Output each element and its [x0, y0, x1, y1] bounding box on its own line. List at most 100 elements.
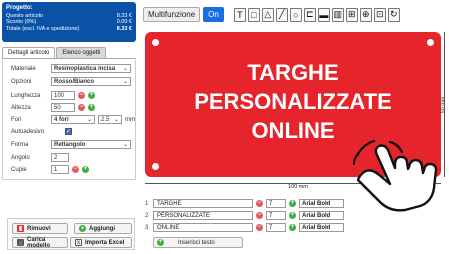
- price-summary: Progetto: Questo articolo 8.33 € Sconto (…: [2, 2, 136, 42]
- minus-icon[interactable]: −: [78, 104, 85, 111]
- toolbar: Multifunzione On T □ △ ╱ ○ ⊏ ▬ ▥ ⊞ ⊕ ⊡ ↻: [143, 6, 400, 23]
- actions-box: ▮ Rimuovi + Aggiungi ▤ Carica modello x Impo…: [7, 218, 135, 250]
- materiale-row: Materiale Resinoplastica incisa ⌄: [11, 64, 131, 73]
- plus-icon[interactable]: +: [88, 104, 95, 111]
- lunghezza-label: Lunghezza: [11, 92, 41, 99]
- plus-icon: +: [157, 239, 164, 246]
- forma-row: Forma Rettangolo ⌄: [11, 140, 131, 149]
- hole-icon: [427, 39, 434, 46]
- hand-cursor-icon: [352, 140, 438, 212]
- fori-label: Fori: [11, 116, 22, 123]
- lunghezza-input[interactable]: 100: [51, 91, 75, 100]
- font-select[interactable]: Arial Bold: [299, 199, 344, 208]
- tab-dettagli-articolo[interactable]: Dettagli articolo: [2, 47, 56, 58]
- plus-icon[interactable]: +: [289, 212, 296, 219]
- opzioni-select[interactable]: Rosso/Bianco ⌄: [51, 77, 131, 86]
- sign-line: TARGHE: [247, 60, 339, 85]
- cupie-input[interactable]: 1: [51, 165, 69, 174]
- font-size-input[interactable]: 7: [266, 199, 286, 208]
- text-input[interactable]: PERSONALIZZATE: [153, 211, 253, 220]
- cupie-label: Cupie: [11, 166, 27, 173]
- chevron-down-icon: ⌄: [86, 117, 92, 123]
- carica-modello-button[interactable]: ▤ Carica modello: [12, 237, 68, 249]
- font-select[interactable]: Arial Bold: [299, 211, 344, 220]
- symbol-tool-icon[interactable]: ⊕: [359, 7, 372, 22]
- minus-icon[interactable]: −: [72, 166, 79, 173]
- fori-row: Fori 4 fori ⌄ 2.5 ⌄ mm: [11, 115, 135, 124]
- minus-icon[interactable]: −: [78, 92, 85, 99]
- sign-line: PERSONALIZZATE: [194, 89, 392, 114]
- chevron-down-icon: ⌄: [122, 79, 128, 85]
- image-tool-icon[interactable]: ▬: [317, 7, 330, 22]
- plus-icon[interactable]: +: [82, 166, 89, 173]
- trash-icon: ▮: [17, 225, 24, 232]
- template-icon: ▤: [17, 239, 24, 246]
- fori-unit: mm: [125, 116, 135, 123]
- minus-icon[interactable]: −: [256, 224, 263, 231]
- summary-row-total: Totale (escl. IVA e spedizione) 8.33 €: [6, 25, 132, 32]
- redo-icon[interactable]: ↻: [387, 7, 400, 22]
- rimuovi-button[interactable]: ▮ Rimuovi: [12, 223, 68, 234]
- multifunzione-label: Multifunzione: [143, 7, 201, 22]
- summary-title: Progetto:: [6, 5, 33, 11]
- lunghezza-row: Lunghezza 100 − +: [11, 91, 95, 100]
- fori-size-select[interactable]: 2.5 ⌄: [98, 115, 122, 124]
- circle-tool-icon[interactable]: ○: [289, 7, 302, 22]
- font-size-input[interactable]: 7: [266, 211, 286, 220]
- angolo-input[interactable]: 2: [51, 153, 69, 162]
- text-tool-icon[interactable]: T: [233, 7, 246, 22]
- copy-tool-icon[interactable]: ⊡: [373, 7, 386, 22]
- font-select[interactable]: Arial Bold: [299, 223, 344, 232]
- text-row: 1 TARGHE − 7 + Arial Bold: [145, 199, 344, 208]
- plus-icon: +: [79, 225, 86, 232]
- triangle-tool-icon[interactable]: △: [261, 7, 274, 22]
- add-text-button[interactable]: + Inserisci testo: [153, 237, 243, 248]
- minus-icon[interactable]: −: [256, 200, 263, 207]
- plus-icon[interactable]: +: [88, 92, 95, 99]
- text-input[interactable]: TARGHE: [153, 199, 253, 208]
- width-label: 100 mm: [288, 184, 308, 190]
- cupie-row: Cupie 1 − +: [11, 165, 89, 174]
- line-tool-icon[interactable]: ╱: [275, 7, 288, 22]
- height-label: 50 mm: [440, 96, 447, 114]
- chevron-down-icon: ⌄: [122, 142, 128, 148]
- autoadesivo-checkbox[interactable]: ✓: [65, 128, 72, 135]
- chevron-down-icon: ⌄: [122, 66, 128, 72]
- text-input[interactable]: ONLINE: [153, 223, 253, 232]
- forma-label: Forma: [11, 141, 29, 148]
- plus-icon[interactable]: +: [289, 224, 296, 231]
- angolo-label: Angolo: [11, 154, 30, 161]
- minus-icon[interactable]: −: [256, 212, 263, 219]
- importa-excel-button[interactable]: x Importa Excel: [70, 237, 132, 248]
- opzioni-label: Opzioni: [11, 78, 32, 85]
- hole-icon: [152, 39, 159, 46]
- altezza-label: Altezza: [11, 104, 31, 111]
- fori-select[interactable]: 4 fori ⌄: [51, 115, 95, 124]
- forma-select[interactable]: Rettangolo ⌄: [51, 140, 131, 149]
- altezza-row: Altezza 50 − +: [11, 103, 95, 112]
- chevron-down-icon: ⌄: [113, 117, 119, 123]
- qrcode-tool-icon[interactable]: ⊞: [345, 7, 358, 22]
- materiale-select[interactable]: Resinoplastica incisa ⌄: [51, 64, 131, 73]
- autoadesivo-label: Autoadesivo: [11, 128, 45, 135]
- text-row: 3 ONLINE − 7 + Arial Bold: [145, 223, 344, 232]
- autoadesivo-row: Autoadesivo ✓: [11, 128, 72, 135]
- excel-icon: x: [75, 239, 82, 246]
- materiale-label: Materiale: [11, 65, 36, 72]
- plus-icon[interactable]: +: [289, 200, 296, 207]
- sign-text: TARGHE PERSONALIZZATE ONLINE: [145, 58, 441, 145]
- app: Progetto: Questo articolo 8.33 € Sconto (…: [0, 0, 449, 254]
- multifunzione-toggle[interactable]: On: [203, 7, 224, 22]
- angolo-row: Angolo 2: [11, 153, 69, 162]
- rectangle-tool-icon[interactable]: □: [247, 7, 260, 22]
- barcode-tool-icon[interactable]: ▥: [331, 7, 344, 22]
- article-details-form: Materiale Resinoplastica incisa ⌄ Opzioni…: [2, 60, 136, 180]
- altezza-input[interactable]: 50: [51, 103, 75, 112]
- tab-elenco-oggetti[interactable]: Elenco oggetti: [56, 47, 107, 58]
- tab-bar: Dettagli articolo Elenco oggetti: [2, 47, 136, 59]
- font-size-input[interactable]: 7: [266, 223, 286, 232]
- aggiungi-button[interactable]: + Aggiungi: [74, 223, 132, 234]
- text-row: 2 PERSONALIZZATE − 7 + Arial Bold: [145, 211, 344, 220]
- frame-tool-icon[interactable]: ⊏: [303, 7, 316, 22]
- hole-icon: [152, 163, 159, 170]
